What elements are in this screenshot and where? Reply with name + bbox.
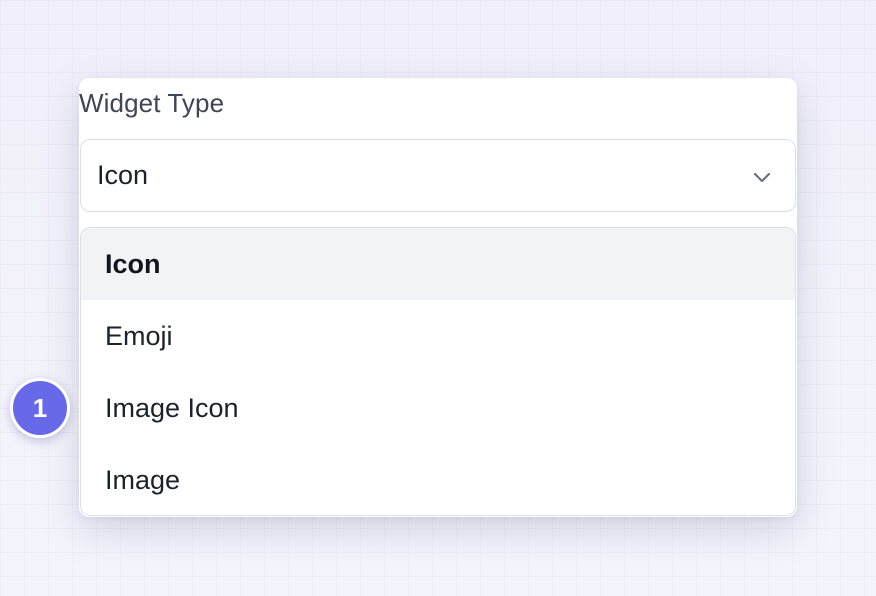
step-badge: 1 — [10, 378, 70, 438]
widget-type-panel: Widget Type Icon Icon Emoji Image Icon I… — [79, 78, 797, 517]
chevron-down-icon — [753, 172, 771, 183]
widget-type-select[interactable]: Icon — [80, 139, 796, 212]
option-image-icon[interactable]: Image Icon — [81, 372, 795, 444]
selected-value: Icon — [97, 160, 149, 190]
widget-type-options-menu: Icon Emoji Image Icon Image — [80, 227, 796, 516]
option-emoji[interactable]: Emoji — [81, 300, 795, 372]
widget-type-label: Widget Type — [79, 88, 225, 118]
option-image[interactable]: Image — [81, 444, 795, 515]
option-icon[interactable]: Icon — [81, 228, 795, 300]
